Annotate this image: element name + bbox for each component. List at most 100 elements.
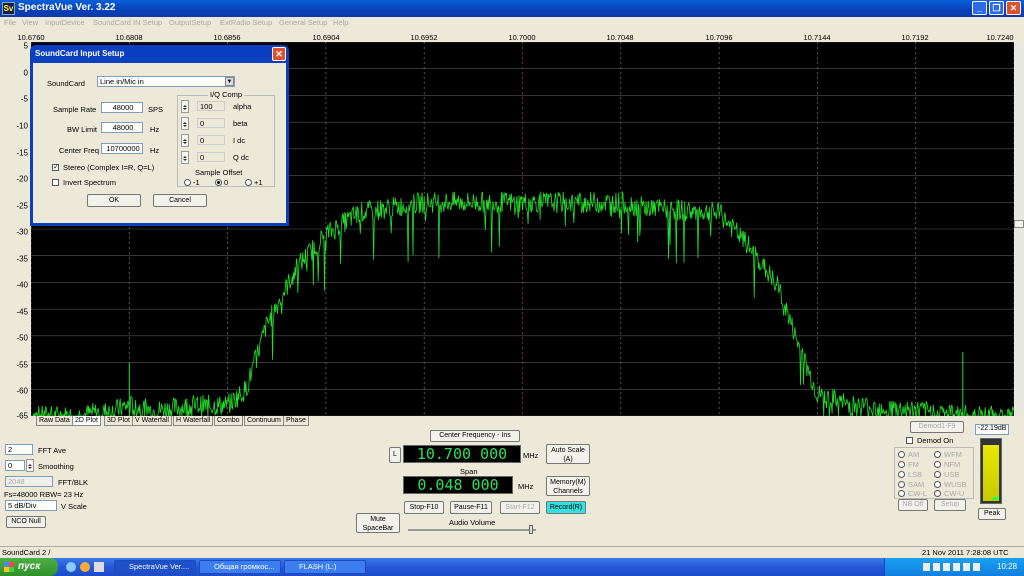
idc-value[interactable]: 0 xyxy=(197,135,225,145)
firefox-icon[interactable] xyxy=(80,562,90,572)
freq-tick: 10.6904 xyxy=(312,33,340,42)
start-button[interactable]: Start-F12 xyxy=(500,501,540,514)
sample-rate-input[interactable]: 48000 xyxy=(101,102,143,113)
quicklaunch-icon[interactable] xyxy=(94,562,104,572)
setup-button[interactable]: Setup xyxy=(934,499,966,511)
volume-slider-thumb[interactable] xyxy=(529,525,533,534)
mode-lsb-radio[interactable] xyxy=(898,471,905,478)
ie-icon[interactable] xyxy=(66,562,76,572)
idc-spinner[interactable] xyxy=(181,134,189,147)
mode-fm-radio[interactable] xyxy=(898,461,905,468)
chevron-down-icon[interactable]: ▼ xyxy=(225,77,234,86)
dialog-close-button[interactable]: ✕ xyxy=(272,47,286,61)
soundcard-input-setup-dialog: SoundCard Input Setup ✕ SoundCard Line i… xyxy=(30,45,289,226)
stop-button[interactable]: Stop-F10 xyxy=(404,501,444,514)
qdc-label: Q dc xyxy=(233,153,249,162)
iq-comp-title: I/Q Comp xyxy=(208,90,245,99)
tab-3d-plot[interactable]: 3D Plot xyxy=(104,416,133,426)
soundcard-label: SoundCard xyxy=(47,79,85,88)
mode-sam-radio[interactable] xyxy=(898,481,905,488)
ok-button[interactable]: OK xyxy=(87,194,141,207)
task-volume[interactable]: Общая громкос... xyxy=(199,560,281,574)
tab-phase[interactable]: Phase xyxy=(283,416,309,426)
demod-button[interactable]: Demod1-F9 xyxy=(910,421,964,433)
stereo-checkbox[interactable]: ✓ xyxy=(52,164,59,171)
center-freq-unit: Hz xyxy=(150,146,160,155)
l-button[interactable]: L xyxy=(389,447,401,463)
cancel-button[interactable]: Cancel xyxy=(153,194,207,207)
smoothing-spinner[interactable] xyxy=(26,459,34,472)
freq-tick: 10.6808 xyxy=(115,33,143,42)
invert-checkbox[interactable] xyxy=(52,179,59,186)
db-tick: 0 xyxy=(23,68,28,78)
beta-spinner[interactable] xyxy=(181,117,189,130)
menu-extradio-setup[interactable]: ExtRadio Setup xyxy=(220,18,272,27)
offset-plus1-radio[interactable] xyxy=(245,179,252,186)
vscale-select[interactable]: 5 dB/Div xyxy=(5,500,57,511)
menu-view[interactable]: View xyxy=(22,18,38,27)
qdc-spinner[interactable] xyxy=(181,151,189,164)
tab-continuum[interactable]: Continuum xyxy=(244,416,284,426)
mode-am-radio[interactable] xyxy=(898,451,905,458)
beta-value[interactable]: 0 xyxy=(197,118,225,128)
nco-null-button[interactable]: NCO Null xyxy=(6,516,46,528)
smoothing-input[interactable]: 0 xyxy=(5,460,25,471)
menu-outputsetup[interactable]: OutputSetup xyxy=(169,18,211,27)
bw-limit-label: BW Limit xyxy=(67,125,97,134)
tab-v-waterfall[interactable]: V Waterfall xyxy=(132,416,172,426)
bw-limit-unit: Hz xyxy=(150,125,160,134)
alpha-value[interactable]: 100 xyxy=(197,101,225,111)
auto-scale-button[interactable]: Auto Scale (A) xyxy=(546,444,590,464)
maximize-button[interactable]: ❐ xyxy=(989,1,1004,15)
demod-on-label: Demod On xyxy=(917,436,954,445)
tray-icons[interactable] xyxy=(923,563,983,571)
alpha-spinner[interactable] xyxy=(181,100,189,113)
mode-cwu-radio[interactable] xyxy=(934,490,941,497)
menu-inputdevice[interactable]: InputDevice xyxy=(45,18,85,27)
tab-2d-plot[interactable]: 2D Plot xyxy=(72,416,101,426)
center-frequency-button[interactable]: Center Frequency - Ins xyxy=(430,430,520,442)
scroll-thumb[interactable] xyxy=(1014,220,1024,228)
fft-ave-input[interactable]: 2 xyxy=(5,444,33,455)
tab-raw-data[interactable]: Raw Data xyxy=(36,416,73,426)
pause-button[interactable]: Pause-F11 xyxy=(450,501,492,514)
bw-limit-input[interactable]: 48000 xyxy=(101,122,143,133)
task-spectravue[interactable]: SpectraVue Ver.... xyxy=(114,560,196,574)
mute-button[interactable]: Mute SpaceBar xyxy=(356,513,400,533)
beta-label: beta xyxy=(233,119,248,128)
offset-minus1-radio[interactable] xyxy=(184,179,191,186)
offset-zero-radio[interactable] xyxy=(215,179,222,186)
tab-h-waterfall[interactable]: H Waterfall xyxy=(173,416,214,426)
mode-label: AM xyxy=(908,450,920,459)
fft-blk-select[interactable]: 2048 xyxy=(5,476,53,487)
mode-usb-radio[interactable] xyxy=(934,471,941,478)
memory-channels-button[interactable]: Memory(M) Channels xyxy=(546,476,590,496)
record-button[interactable]: Record(R) xyxy=(546,501,586,514)
status-left: SoundCard 2 / xyxy=(2,548,51,557)
minimize-button[interactable]: _ xyxy=(972,1,987,15)
mode-wusb-radio[interactable] xyxy=(934,481,941,488)
mode-cwl-radio[interactable] xyxy=(898,490,905,497)
mode-label: FM xyxy=(908,460,919,469)
level-scrollbar[interactable] xyxy=(1014,42,1024,416)
mode-nfm-radio[interactable] xyxy=(934,461,941,468)
soundcard-select[interactable]: Line in/Mic in xyxy=(97,76,235,87)
task-flash[interactable]: FLASH (L:) xyxy=(284,560,366,574)
close-button[interactable]: ✕ xyxy=(1006,1,1021,15)
volume-slider-track[interactable] xyxy=(408,529,536,531)
tab-combo[interactable]: Combo xyxy=(214,416,243,426)
freq-tick: 10.7192 xyxy=(901,33,929,42)
menu-soundcard-in-setup[interactable]: SoundCard IN Setup xyxy=(93,18,162,27)
qdc-value[interactable]: 0 xyxy=(197,152,225,162)
demod-on-checkbox[interactable] xyxy=(906,437,913,444)
title-bar[interactable]: Sv SpectraVue Ver. 3.22 _ ❐ ✕ xyxy=(0,0,1024,17)
menu-general-setup[interactable]: General Setup xyxy=(279,18,327,27)
menu-help[interactable]: Help xyxy=(333,18,348,27)
menu-file[interactable]: File xyxy=(4,18,16,27)
span-label: Span xyxy=(460,467,478,476)
peak-button[interactable]: Peak xyxy=(978,508,1006,520)
nb-off-button[interactable]: NB Off xyxy=(898,499,928,511)
mode-wfm-radio[interactable] xyxy=(934,451,941,458)
vscale-label: V Scale xyxy=(61,502,87,511)
center-freq-input[interactable]: 10700000 xyxy=(101,143,143,154)
